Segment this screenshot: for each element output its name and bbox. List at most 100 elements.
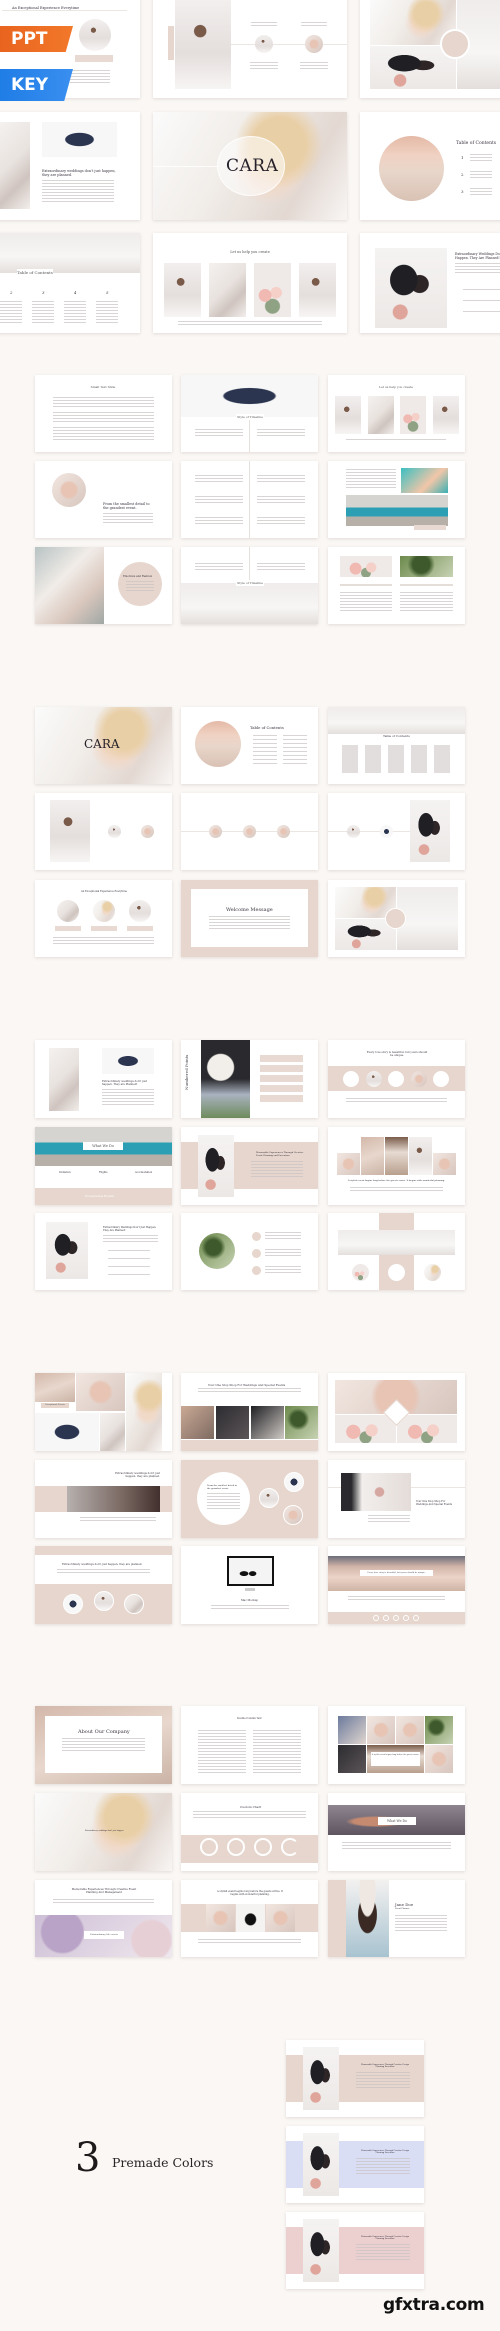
slide-couple-band[interactable]: Memorable Experiences Through Creative E… <box>181 1127 318 1205</box>
body-text <box>198 1388 301 1393</box>
slide-memorable[interactable]: Memorable Experiences Through Creative E… <box>35 1880 172 1957</box>
help-title: Let us help you create <box>226 248 274 256</box>
slide-bouquet-collage-2[interactable] <box>328 880 465 957</box>
welcome-text <box>209 916 290 930</box>
body-text <box>70 70 110 84</box>
slide-one-stop-shop[interactable]: Your One Stop Shop For Weddings And Spec… <box>181 1373 318 1451</box>
slide-veil-quote[interactable]: Extraordinary weddings don't just happen <box>35 1793 172 1871</box>
social-icon-3[interactable] <box>393 1615 399 1621</box>
footer-band-label: Exceptional Events <box>85 1194 115 1198</box>
slide-couple-list-2[interactable]: Extraordinary Weddings Don't Just Happen… <box>35 1213 172 1290</box>
slide-couple-list[interactable]: Extraordinary Weddings Don't Happen. The… <box>360 233 500 333</box>
circle-text <box>126 581 154 591</box>
slide-numbered-points[interactable]: Numbered Points <box>181 1040 318 1118</box>
photo-wide <box>338 1230 455 1255</box>
slide-bow-extraordinary[interactable]: Extraordinary weddings don't just happen… <box>0 112 140 220</box>
photo-1 <box>181 1406 214 1439</box>
grid-photo-5 <box>338 1745 366 1773</box>
slide-emotions-fashion[interactable]: Emotions and Fashion <box>35 547 172 624</box>
slide-mac-mockup[interactable]: Mac Mockup <box>181 1546 318 1624</box>
slide-three-circles[interactable] <box>181 793 318 870</box>
gallery-photo-2 <box>368 396 394 434</box>
slide-toc-six[interactable]: Table of Contents <box>181 707 318 784</box>
veil-caption: Extraordinary weddings don't just happen <box>85 1830 124 1832</box>
slide-what-we-do-rings[interactable]: What We Do <box>328 1793 465 1871</box>
slide-cara-title[interactable]: CARA <box>153 112 347 220</box>
photo-circle-bow <box>284 1472 304 1492</box>
slide-timeline-bow[interactable]: Style of Timeline <box>181 375 318 452</box>
slide-mosaic[interactable]: Exceptional Events <box>35 1373 172 1451</box>
body-text <box>57 1569 150 1574</box>
slide-circle-collage[interactable]: From the smallest detail to the grandest… <box>181 1460 318 1538</box>
slide-stylish-event[interactable]: A stylish event begins long before the g… <box>181 1880 318 1957</box>
slide-welcome-message[interactable]: Welcome Message <box>181 880 318 957</box>
social-icon-1[interactable] <box>373 1615 379 1621</box>
photo-circle-2 <box>141 825 154 838</box>
circle-title-1 <box>251 22 277 26</box>
toc-item-1 <box>470 154 492 162</box>
toc-grid-num-2: 3 <box>42 290 45 295</box>
donut-1 <box>200 1838 218 1856</box>
slide-cross-layout[interactable] <box>328 1213 465 1290</box>
slide-small-text[interactable]: Small Text Slide <box>35 375 172 452</box>
slide-custom-chart[interactable]: Custom Chart <box>181 1793 318 1871</box>
body-text <box>42 180 114 202</box>
slide-detail-circle[interactable]: From the smallest detail to the grandest… <box>35 461 172 538</box>
slide-two-features[interactable] <box>328 547 465 624</box>
slide-help-create[interactable]: Let us help you create <box>153 233 347 333</box>
photo-circle-bow <box>63 1594 83 1614</box>
social-icon-5[interactable] <box>413 1615 419 1621</box>
divider <box>2 10 127 11</box>
color-variant-rose[interactable]: Memorable Experiences Through Creative D… <box>286 2212 424 2289</box>
ppt-badge: PPT <box>0 26 73 52</box>
list-items <box>108 1250 150 1276</box>
slide-toc-grid[interactable]: Table of Contents 2 3 4 5 <box>0 233 140 333</box>
slide-double-column[interactable]: Double Column Text <box>181 1706 318 1784</box>
slide-cara-title-2[interactable]: CARA <box>35 707 172 784</box>
photo-doors <box>328 707 465 734</box>
slide-exceptional-three[interactable]: An Exceptional Experience Everytime <box>35 880 172 957</box>
slide-diamond-collage[interactable] <box>328 1373 465 1451</box>
grid-photo-3 <box>396 1716 424 1744</box>
slide-beach-social[interactable]: Every love story is beautiful, but yours… <box>328 1546 465 1624</box>
photo-bride-fireplace <box>175 0 231 89</box>
slide-photo-grid[interactable]: A stylish event begins long before the g… <box>328 1706 465 1784</box>
slide-bow-planned[interactable]: Extraordinary weddings don't just happen… <box>35 1040 172 1118</box>
photo-circle-1 <box>209 825 222 838</box>
slide-photo-strip[interactable]: A stylish event begins long before the g… <box>328 1127 465 1205</box>
color-variant-beige[interactable]: Memorable Experiences Through Creative D… <box>286 2040 424 2117</box>
slide-bride-two-circles[interactable] <box>153 0 347 98</box>
slide-teal-collage[interactable] <box>328 461 465 538</box>
caption-pill-2 <box>91 926 117 931</box>
paragraph-2 <box>53 412 154 424</box>
icon-circle <box>388 1264 405 1281</box>
slide-toc-five-grid[interactable]: Table of Contents <box>328 707 465 784</box>
slide-profile[interactable]: Jane Doe Event Planner <box>328 1880 465 1957</box>
grid-caption: A stylish event begins long before the g… <box>371 1752 420 1766</box>
slide-band-photo[interactable]: Extraordinary weddings don't just happen… <box>35 1460 172 1538</box>
toc-grid-col-3 <box>64 301 86 325</box>
slide-toc-circle[interactable]: Table of Contents 1 2 3 <box>360 112 500 220</box>
grid-photo-7 <box>425 1745 453 1773</box>
slide-about-company[interactable]: About Our Company <box>35 1706 172 1784</box>
color-variant-lavender[interactable]: Memorable Experiences Through Creative D… <box>286 2126 424 2203</box>
social-icon-2[interactable] <box>383 1615 389 1621</box>
slide-two-circles-couple[interactable] <box>328 793 465 870</box>
slide-one-stop-side[interactable]: Your One Stop Shop For Weddings And Spec… <box>328 1460 465 1538</box>
what-col-1: Invitation <box>59 1171 71 1174</box>
slide-help-create-2[interactable]: Let us help you create <box>328 375 465 452</box>
slide-two-circles-bride[interactable] <box>35 793 172 870</box>
photo-bride <box>49 1048 79 1111</box>
strip-photo-4 <box>409 1137 432 1175</box>
feature-text-2 <box>400 592 453 612</box>
toc-grid-col-1 <box>0 301 22 325</box>
collage-caption: A stylish event begins long before the g… <box>348 1179 445 1182</box>
slide-three-circles-band[interactable]: Extraordinary weddings don't just happen… <box>35 1546 172 1624</box>
slide-love-story[interactable]: Every love story is beautiful, but yours… <box>328 1040 465 1118</box>
social-icon-4[interactable] <box>403 1615 409 1621</box>
slide-timeline-room[interactable]: Style of Timeline <box>181 547 318 624</box>
slide-bouquet-collage[interactable] <box>360 0 500 98</box>
slide-timeline-middle[interactable] <box>181 461 318 538</box>
slide-what-we-do[interactable]: What We Do Invitation Flights Accomodati… <box>35 1127 172 1205</box>
slide-green-circle-list[interactable] <box>181 1213 318 1290</box>
